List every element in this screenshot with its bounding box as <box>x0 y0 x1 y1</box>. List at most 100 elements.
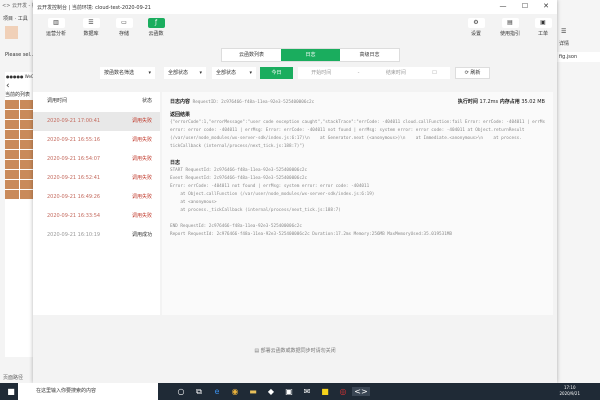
footer-notice: ▤ 部署云函数或数据同步时请勿关闭 <box>254 348 336 354</box>
devtools-icon[interactable]: <> <box>352 387 370 396</box>
project-selector[interactable]: Please sel... <box>5 52 35 58</box>
chevron-down-icon: ▾ <box>148 70 151 76</box>
ticket-icon: ▣ <box>534 18 552 28</box>
tab-advanced-logs[interactable]: 高级日志 <box>340 49 399 61</box>
cloud-console-window: 云开发控制台 | 当前环境: cloud-test-2020-09-21 — ☐… <box>33 0 557 383</box>
list-item[interactable]: 2020-09-21 16:49:26 调用失败 <box>33 188 160 207</box>
log-line: at <anonymous> <box>170 200 217 205</box>
app-icon[interactable]: ▣ <box>280 387 298 396</box>
result-label: 返回结果 <box>170 112 191 118</box>
list-header: 调用时间 状态 <box>47 98 152 104</box>
log-line: START RequestId: 2c976466-f48a-11ea-92e3… <box>170 168 308 173</box>
log-content-label: 日志内容 <box>170 99 191 105</box>
storage-icon: ▭ <box>115 18 133 28</box>
toolbar-cloud-functions[interactable]: ƒ 云函数 <box>141 18 171 37</box>
chart-icon: ▥ <box>47 18 65 28</box>
phone-status-bar: ●●●●● WeChat <box>6 74 41 79</box>
clock[interactable]: 17:10 2020/9/21 <box>559 385 580 397</box>
simulator-phone: ●●●●● WeChat ‹ 当前的列表 <box>5 72 41 357</box>
menu-icon[interactable]: ☰ <box>561 28 566 35</box>
toolbar-storage[interactable]: ▭ 存储 <box>109 18 139 37</box>
toolbar-guide[interactable]: ▤ 使用指引 <box>495 18 525 37</box>
file-tab[interactable]: fig.json <box>557 52 600 62</box>
avatar[interactable] <box>5 26 18 39</box>
log-line: tickCallback (internal/process/next_tick… <box>170 144 305 149</box>
log-line: Event RequestId: 2c976466-f48a-11ea-92e3… <box>170 176 308 181</box>
folder-icon[interactable]: ▬ <box>244 387 262 396</box>
log-line: at Object.callFunction (/var/user/node_m… <box>170 192 375 197</box>
taskbar: ■ 在这里输入你要搜索的内容 ○ ⧉ e ◉ ▬ ◆ ▣ ✉ ■ ◎ <> 17… <box>0 383 600 400</box>
exec-info: 执行时间 17.2ms 内存占用 35.02 MB <box>457 99 545 105</box>
log-line: Error: errCode: -404011 not found | errM… <box>170 184 370 189</box>
list-item[interactable]: 2020-09-21 16:54:07 调用失败 <box>33 150 160 169</box>
type-filter-select[interactable]: 全部状态 ▾ <box>164 67 206 79</box>
app-icon[interactable]: ◎ <box>334 387 352 396</box>
maximize-button[interactable]: ☐ <box>516 2 534 10</box>
background-right-panel: ☰ 详情 fig.json <box>557 0 600 383</box>
cortana-icon[interactable]: ○ <box>172 387 190 396</box>
status-badge: 调用失败 <box>131 194 152 200</box>
taskbar-search[interactable]: 在这里输入你要搜索的内容 <box>18 383 158 400</box>
calendar-icon[interactable]: ☐ <box>432 67 436 79</box>
status-badge: 调用失败 <box>131 213 152 219</box>
phone-page-title: 当前的列表 <box>5 92 31 98</box>
log-line: Report RequestId: 2c976466-f48a-11ea-92e… <box>170 232 452 237</box>
log-label: 日志 <box>170 160 181 166</box>
sticky-notes-icon[interactable]: ■ <box>316 387 334 396</box>
start-time-input[interactable]: 开始时间 <box>311 67 331 79</box>
list-item[interactable]: 2020-09-21 17:00:41 调用失败 <box>33 112 160 131</box>
toolbar-ticket[interactable]: ▣ 工单 <box>528 18 558 37</box>
status-badge: 调用失败 <box>131 118 152 124</box>
log-line: (/var/user/node_modules/wx-server-sdk/in… <box>170 136 522 141</box>
status-badge: 调用失败 <box>131 137 152 143</box>
invocation-list: 调用时间 状态 2020-09-21 17:00:41 调用失败 2020-09-21… <box>33 92 160 315</box>
guide-icon: ▤ <box>501 18 519 28</box>
end-time-input[interactable]: 结束时间 <box>386 67 406 79</box>
invocation-time: 2020-09-21 17:00:41 <box>47 118 101 124</box>
list-item[interactable]: 2020-09-21 16:52:41 调用失败 <box>33 169 160 188</box>
tab-logs[interactable]: 日志 <box>281 49 340 61</box>
invocation-time: 2020-09-21 16:33:54 <box>47 213 101 219</box>
invocation-time: 2020-09-21 16:49:26 <box>47 194 101 200</box>
app-icon[interactable]: ◆ <box>262 387 280 396</box>
invocation-time: 2020-09-21 16:52:41 <box>47 175 101 181</box>
mail-icon[interactable]: ✉ <box>298 387 316 396</box>
chrome-icon[interactable]: ◉ <box>226 387 244 396</box>
log-detail-panel: 日志内容 RequestID: 2c976466-f48a-11ea-92e3-… <box>162 92 553 315</box>
background-menu[interactable]: 项目 · 工具 <box>3 15 28 22</box>
status-filter-select[interactable]: 全部状态 ▾ <box>212 67 256 79</box>
title-bar: 云开发控制台 | 当前环境: cloud-test-2020-09-21 — ☐… <box>33 0 557 14</box>
tab-function-list[interactable]: 云函数列表 <box>222 49 281 61</box>
tab-bar: 云函数列表 日志 高级日志 <box>221 48 400 62</box>
close-button[interactable]: ✕ <box>537 2 555 10</box>
toolbar-settings[interactable]: ⚙ 设置 <box>461 18 491 37</box>
list-item[interactable]: 2020-09-21 16:33:54 调用失败 <box>33 207 160 226</box>
task-view-icon[interactable]: ⧉ <box>190 387 208 397</box>
refresh-button[interactable]: ⟳ 刷新 <box>455 67 490 79</box>
details-label: 详情 <box>559 41 570 47</box>
chevron-down-icon: ▾ <box>199 70 202 76</box>
function-filter-select[interactable]: 按函数名筛选 ▾ <box>100 67 155 79</box>
start-icon[interactable]: ■ <box>2 387 20 396</box>
status-badge: 调用失败 <box>131 175 152 181</box>
back-icon[interactable]: ‹ <box>5 81 35 91</box>
minimize-button[interactable]: — <box>494 2 512 10</box>
gear-icon: ⚙ <box>467 18 485 28</box>
chevron-down-icon: ▾ <box>249 70 252 76</box>
request-id: RequestID: 2c976466-f48a-11ea-92e3-52540… <box>192 100 315 105</box>
toolbar-database[interactable]: ☰ 数据库 <box>76 18 106 37</box>
list-item[interactable]: 2020-09-21 16:10:19 调用成功 <box>33 226 160 245</box>
database-icon: ☰ <box>82 18 100 28</box>
page-path-status: 页面路径 <box>3 375 24 381</box>
today-button[interactable]: 今日 <box>260 67 293 79</box>
list-item[interactable]: 2020-09-21 16:55:16 调用失败 <box>33 131 160 150</box>
function-icon: ƒ <box>147 18 165 28</box>
log-line: END RequestId: 2c976466-f48a-11ea-92e3-5… <box>170 224 302 229</box>
toolbar-analytics[interactable]: ▥ 运营分析 <box>41 18 71 37</box>
log-line: error: error code: -404011 | errMsg: Err… <box>170 128 525 133</box>
invocation-time: 2020-09-21 16:55:16 <box>47 137 101 143</box>
edge-icon[interactable]: e <box>208 387 226 396</box>
invocation-time: 2020-09-21 16:54:07 <box>47 156 101 162</box>
date-range-picker[interactable]: 开始时间 - 结束时间 ☐ <box>298 67 450 79</box>
